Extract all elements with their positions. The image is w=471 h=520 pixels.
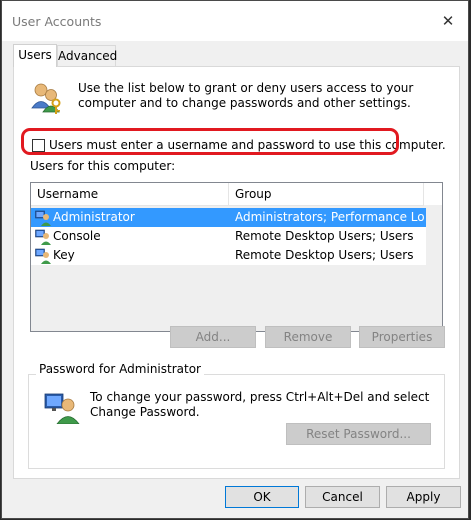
table-row[interactable]: Administrator Administrators; Performanc… — [31, 208, 426, 227]
user-monitor-icon — [35, 210, 51, 226]
column-header-username[interactable]: Username — [31, 183, 227, 205]
row-group: Administrators; Performance Log... — [235, 210, 425, 224]
row-username: Console — [53, 229, 101, 243]
password-group-legend: Password for Administrator — [36, 362, 204, 376]
reset-password-button[interactable]: Reset Password... — [286, 423, 431, 445]
highlight-outline — [21, 128, 399, 155]
user-accounts-window: User Accounts ✕ Users Advanced Use the l… — [1, 0, 469, 519]
users-listview[interactable]: Username Group Administrator Administrat… — [30, 182, 443, 332]
description-text: Use the list below to grant or deny user… — [78, 81, 414, 110]
table-row[interactable]: Console Remote Desktop Users; Users — [31, 227, 426, 246]
user-monitor-icon — [35, 229, 51, 245]
column-header-group[interactable]: Group — [229, 183, 426, 205]
user-monitor-icon — [35, 248, 51, 264]
tab-advanced[interactable]: Advanced — [57, 45, 118, 66]
tab-users-label: Users — [18, 48, 52, 62]
ok-button[interactable]: OK — [225, 486, 299, 508]
header-filler — [423, 183, 442, 205]
tab-advanced-label: Advanced — [58, 49, 118, 63]
remove-button[interactable]: Remove — [265, 326, 351, 348]
apply-button[interactable]: Apply — [386, 486, 461, 508]
users-keys-icon — [31, 83, 61, 114]
list-rows: Administrator Administrators; Performanc… — [31, 205, 442, 331]
password-instructions: To change your password, press Ctrl+Alt+… — [90, 390, 430, 419]
list-header: Username Group — [31, 183, 424, 206]
add-button[interactable]: Add... — [170, 326, 256, 348]
row-group: Remote Desktop Users; Users — [235, 248, 414, 262]
users-tab-panel: Use the list below to grant or deny user… — [13, 66, 460, 479]
title-bar: User Accounts ✕ — [2, 1, 468, 41]
close-icon[interactable]: ✕ — [438, 11, 458, 31]
cancel-button[interactable]: Cancel — [305, 486, 380, 508]
table-row[interactable]: Key Remote Desktop Users; Users — [31, 246, 426, 265]
user-monitor-icon — [44, 393, 80, 424]
row-username: Key — [53, 248, 75, 262]
tab-users[interactable]: Users — [13, 44, 57, 67]
row-username: Administrator — [53, 210, 135, 224]
properties-button[interactable]: Properties — [359, 326, 445, 348]
password-groupbox — [28, 374, 445, 469]
users-list-label: Users for this computer: — [30, 159, 176, 173]
row-group: Remote Desktop Users; Users — [235, 229, 414, 243]
window-title: User Accounts — [12, 14, 102, 29]
